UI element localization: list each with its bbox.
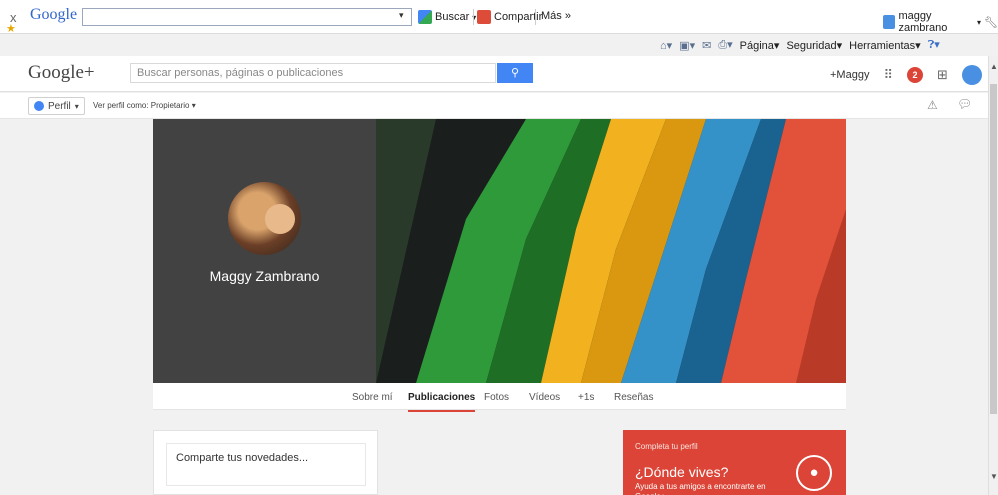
- view-as-dropdown[interactable]: Ver perfil como: Propietario ▾: [93, 101, 196, 110]
- profile-tabs: Sobre mí Publicaciones Fotos Vídeos +1s …: [153, 383, 846, 412]
- gplus-search-field[interactable]: [130, 63, 496, 83]
- chevron-down-icon: ▾: [74, 101, 79, 111]
- cover-felt-image: [376, 119, 846, 383]
- security-menu[interactable]: Seguridad▾: [786, 39, 842, 52]
- wrench-icon[interactable]: 🔧︎: [984, 16, 998, 29]
- share-plus-icon[interactable]: ⊞: [937, 67, 948, 83]
- home-icon[interactable]: ⌂▾: [660, 39, 672, 52]
- google-search-icon: [418, 10, 432, 24]
- hangouts-icon[interactable]: ⚠︎: [927, 98, 938, 112]
- toolbar-search-label: Buscar: [435, 11, 470, 23]
- toolbar-more-button[interactable]: Más »: [541, 10, 571, 22]
- vertical-scrollbar[interactable]: ▲ ▼: [988, 56, 998, 495]
- gplus-search-button[interactable]: ⚲: [497, 63, 533, 83]
- complete-profile-heading: Completa tu perfil: [635, 442, 698, 451]
- help-icon[interactable]: ❓︎▾: [928, 38, 940, 52]
- tab-plus-ones[interactable]: +1s: [578, 392, 594, 403]
- complete-profile-description: Ayuda a tus amigos a encontrarte en Goog…: [635, 482, 766, 495]
- scroll-down-icon[interactable]: ▼: [989, 472, 998, 481]
- toolbar-search-input[interactable]: [82, 8, 412, 26]
- search-dropdown-icon[interactable]: ▾: [399, 10, 404, 21]
- user-icon: [883, 15, 896, 29]
- mail-icon[interactable]: ✉: [702, 39, 711, 52]
- share-input[interactable]: Comparte tus novedades...: [166, 443, 366, 486]
- gplus-search-input[interactable]: [131, 64, 495, 82]
- share-icon: [477, 10, 491, 24]
- notifications-badge[interactable]: 2: [906, 67, 923, 83]
- complete-profile-question: ¿Dónde vives?: [635, 464, 729, 480]
- profile-icon: [34, 101, 44, 111]
- account-avatar[interactable]: [961, 65, 982, 85]
- ie-command-bar: ⌂▾ ▣▾ ✉ ⎙▾ Página▾ Seguridad▾ Herramient…: [660, 36, 940, 54]
- gplus-logo[interactable]: Google+: [28, 62, 95, 84]
- google-toolbar: x Google ▾ Buscar ▾ Compartir Más » maggy…: [0, 0, 998, 34]
- scrollbar-thumb[interactable]: [990, 84, 997, 414]
- toolbar-search-button[interactable]: Buscar ▾: [418, 10, 476, 24]
- toolbar-user-menu[interactable]: maggy zambrano ▾ 🔧︎: [883, 10, 998, 34]
- toolbar-share-button[interactable]: Compartir: [477, 10, 542, 24]
- scroll-up-icon[interactable]: ▲: [989, 62, 998, 71]
- chat-icon[interactable]: 💬︎: [957, 97, 972, 111]
- profile-button-label: Perfil: [48, 100, 71, 112]
- profile-photo[interactable]: [228, 182, 301, 255]
- complete-profile-card[interactable]: Completa tu perfil ¿Dónde vives? Ayuda a…: [623, 430, 846, 495]
- feeds-icon[interactable]: ▣▾: [679, 39, 695, 52]
- profile-button[interactable]: Perfil ▾: [28, 97, 85, 115]
- google-toolbar-logo: Google: [30, 6, 78, 23]
- profile-subbar: Perfil ▾ Ver perfil como: Propietario ▾ …: [0, 93, 988, 119]
- search-icon: ⚲: [510, 67, 520, 79]
- print-icon[interactable]: ⎙▾: [718, 38, 732, 52]
- tools-menu[interactable]: Herramientas▾: [849, 39, 921, 52]
- location-pin-icon: ●: [796, 455, 832, 491]
- apps-grid-icon[interactable]: ⠿: [883, 67, 893, 83]
- toolbar-user-label: maggy zambrano: [898, 10, 948, 34]
- tab-fotos[interactable]: Fotos: [484, 392, 509, 403]
- favorites-star-icon[interactable]: ★: [6, 24, 16, 35]
- user-profile-link[interactable]: +Maggy: [830, 69, 869, 81]
- tab-sobre-mi[interactable]: Sobre mí: [352, 392, 393, 403]
- page-menu[interactable]: Página▾: [740, 39, 780, 52]
- profile-name: Maggy Zambrano: [209, 268, 320, 284]
- cover-photo[interactable]: [376, 119, 846, 383]
- tab-publicaciones[interactable]: Publicaciones: [408, 392, 476, 412]
- tab-resenas[interactable]: Reseñas: [614, 392, 653, 403]
- tab-videos[interactable]: Vídeos: [529, 392, 560, 403]
- gplus-header: Google+ ⚲ +Maggy ⠿ 2 ⊞: [0, 56, 988, 92]
- share-box: Comparte tus novedades...: [153, 430, 378, 495]
